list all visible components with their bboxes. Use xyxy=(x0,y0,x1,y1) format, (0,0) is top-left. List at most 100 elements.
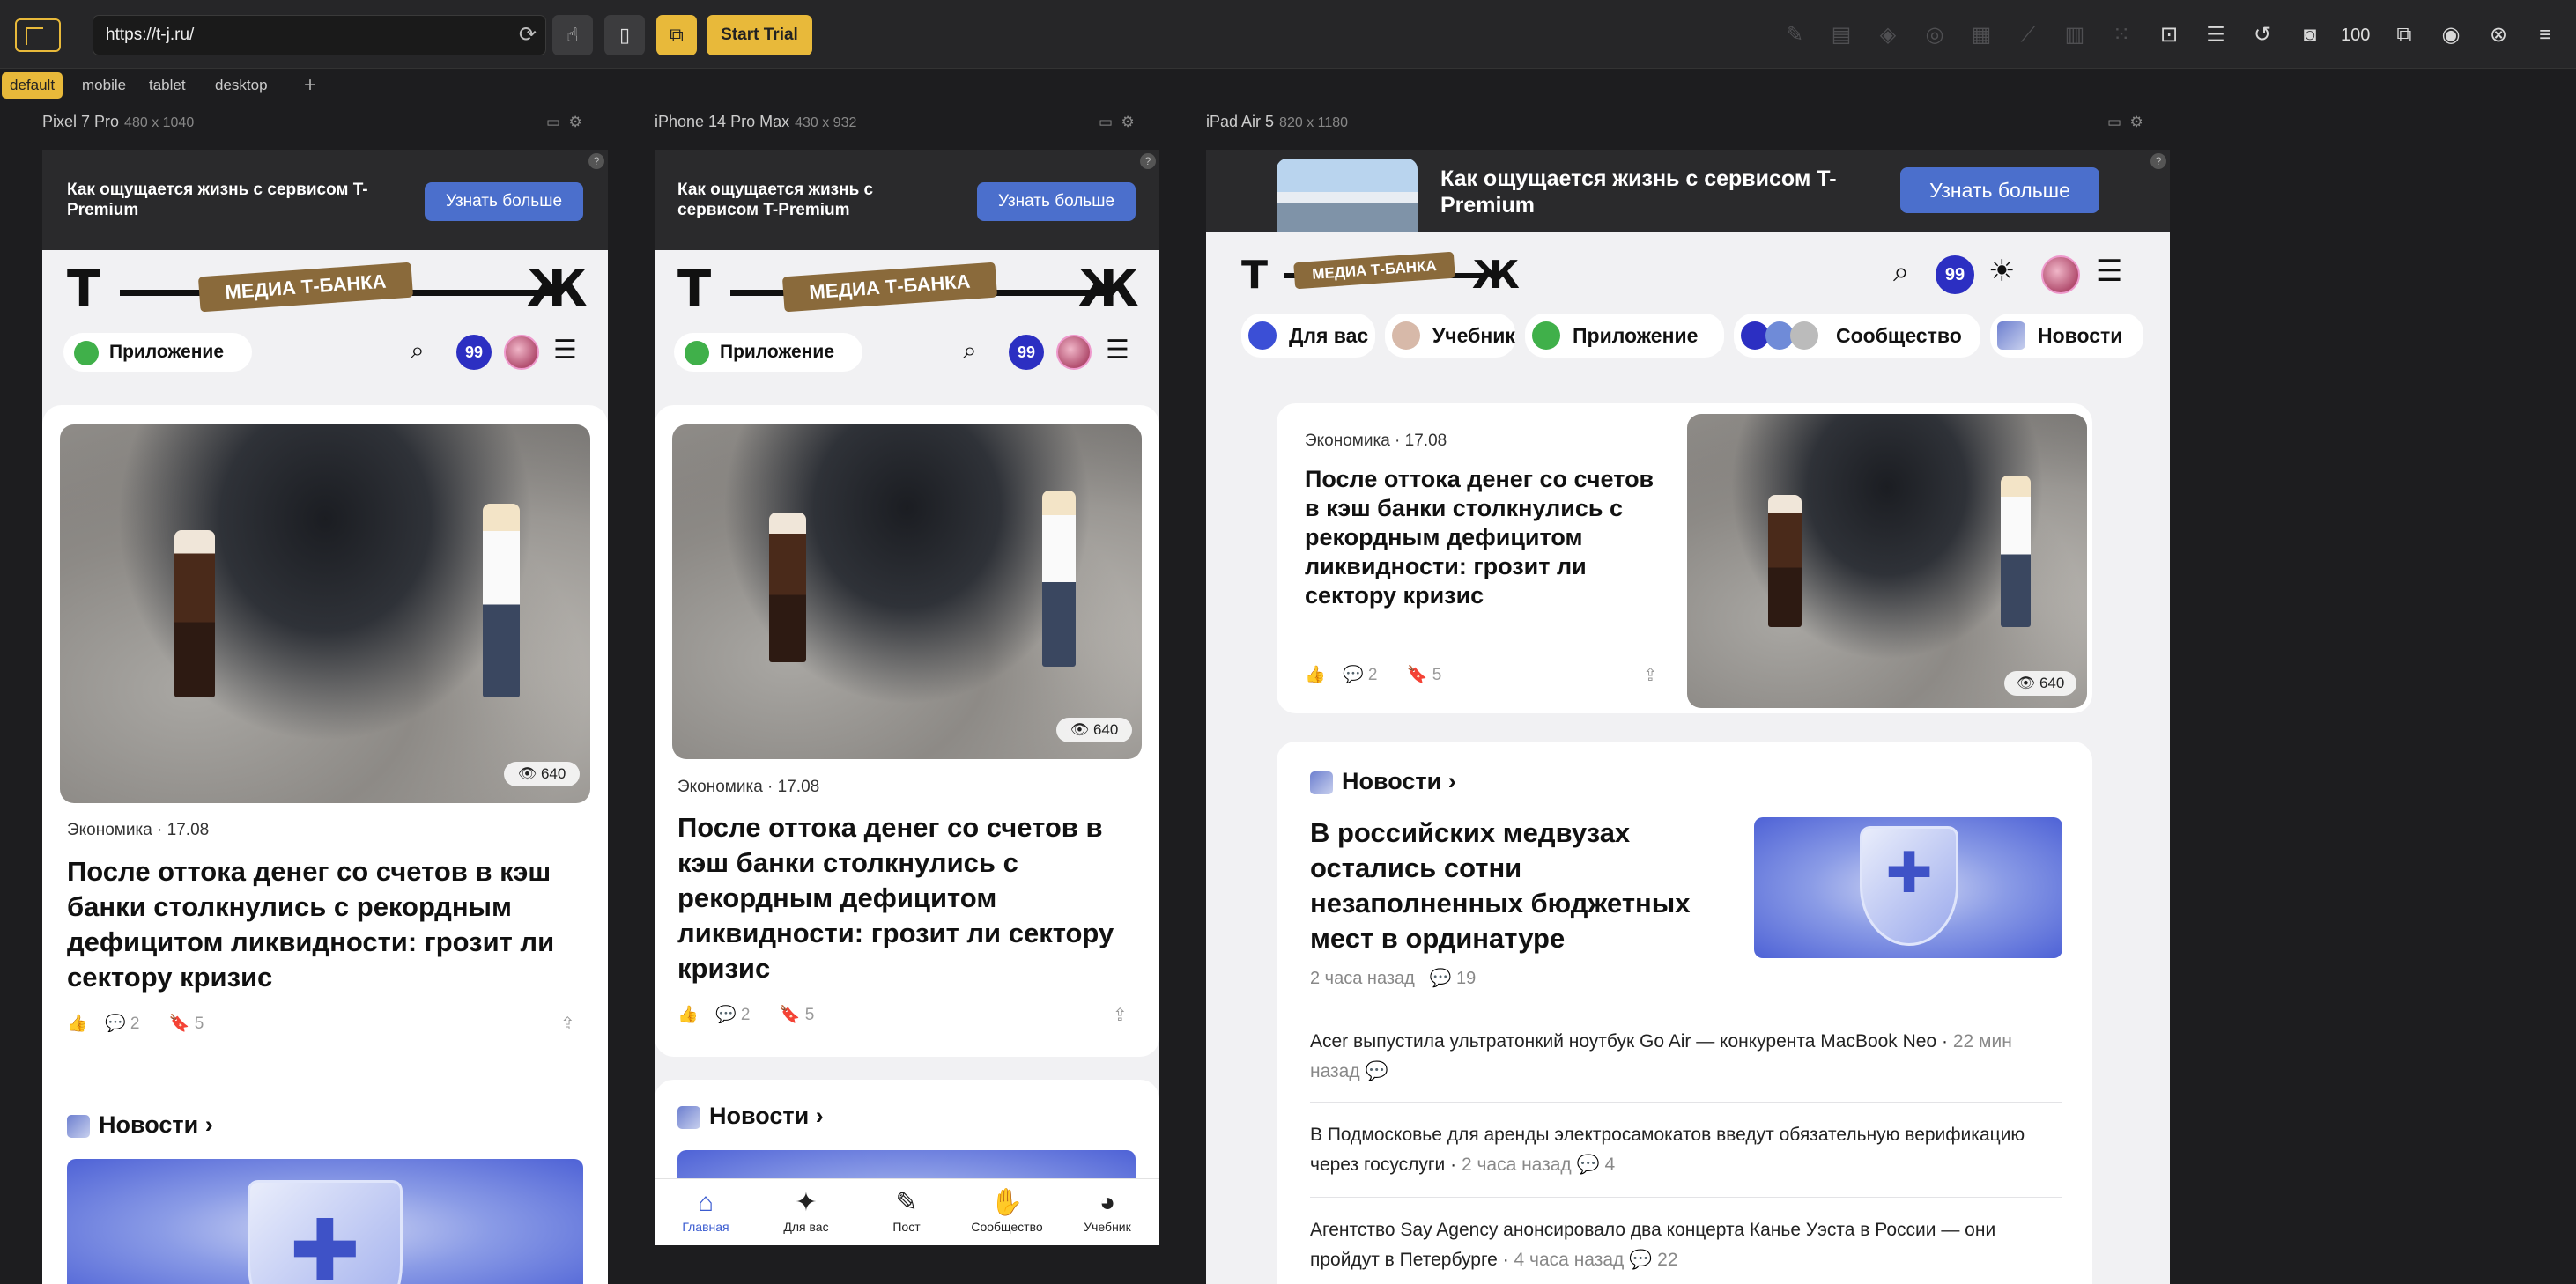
menu-icon[interactable]: ☰ xyxy=(553,335,577,365)
zoom-level[interactable]: 100 xyxy=(2341,19,2370,51)
help-icon[interactable]: ? xyxy=(2150,153,2166,169)
share-icon[interactable]: ⇪ xyxy=(1643,664,1658,686)
top-toolbar: https://t-j.ru/ ⟳ ☝ ▯ ⧉ Start Trial ✎ ▤ … xyxy=(0,0,2576,69)
app-logo-icon[interactable] xyxy=(15,18,61,52)
camera-icon[interactable]: ◙ xyxy=(2294,19,2326,51)
counter-badge[interactable]: 99 xyxy=(1936,255,1974,294)
help-icon[interactable]: ? xyxy=(588,153,604,169)
discord-icon[interactable]: ◉ xyxy=(2435,19,2467,51)
device-frame-icon[interactable]: ▭ ⚙ xyxy=(2107,114,2143,131)
bookmark-icon[interactable]: 🔖 5 xyxy=(169,1015,217,1033)
bookmark-icon[interactable]: 🔖 5 xyxy=(1407,666,1455,684)
menu-icon[interactable]: ☰ xyxy=(1106,335,1129,365)
share-icon[interactable]: ⇪ xyxy=(1113,1004,1128,1026)
figure-right xyxy=(2001,476,2031,627)
app-pill[interactable]: Приложение xyxy=(674,333,862,372)
device-frame-icon[interactable]: ▭ ⚙ xyxy=(1099,114,1135,131)
file-icon[interactable]: ▤ xyxy=(1825,19,1857,51)
news-section-title[interactable]: Новости › xyxy=(677,1103,824,1130)
avatar[interactable] xyxy=(504,335,539,370)
dots-grid-icon[interactable]: ⁙ xyxy=(2106,19,2137,51)
avatar[interactable] xyxy=(1056,335,1092,370)
tab-default[interactable]: default xyxy=(2,72,63,99)
cube-icon[interactable]: ◈ xyxy=(1872,19,1904,51)
featured-card[interactable]: Экономика · 17.08 После оттока денег со … xyxy=(1277,403,2092,713)
news-list-item[interactable]: Acer выпустила ультратонкий ноутбук Go A… xyxy=(1310,1009,2062,1103)
like-icon[interactable]: 👍 xyxy=(67,1015,88,1033)
start-trial-button[interactable]: Start Trial xyxy=(707,15,812,55)
bottom-nav-textbook[interactable]: ◕ Учебник xyxy=(1063,1186,1151,1234)
figure-left xyxy=(174,530,215,697)
comment-icon[interactable]: 💬 2 xyxy=(1343,666,1390,684)
article-title[interactable]: После оттока денег со счетов в кэш банки… xyxy=(67,854,587,995)
device-frame-icon[interactable]: ▭ ⚙ xyxy=(546,114,582,131)
bottom-nav-post[interactable]: ✎ Пост xyxy=(862,1186,951,1234)
logo-zh-letter: Ж xyxy=(1078,261,1139,318)
news-section-title[interactable]: Новости › xyxy=(1310,768,1456,795)
news-section-title[interactable]: Новости › xyxy=(67,1111,213,1139)
help-icon[interactable]: ? xyxy=(1140,153,1156,169)
device-name: Pixel 7 Pro xyxy=(42,113,120,130)
share-icon[interactable]: ⇪ xyxy=(560,1013,575,1035)
article-title[interactable]: После оттока денег со счетов в кэш банки… xyxy=(1305,465,1666,610)
learn-more-button[interactable]: Узнать больше xyxy=(1900,167,2099,213)
tab-tablet[interactable]: tablet xyxy=(141,72,194,99)
add-tab-button[interactable]: + xyxy=(304,72,316,99)
learn-more-button[interactable]: Узнать больше xyxy=(425,182,583,221)
nav-app[interactable]: Приложение xyxy=(1525,314,1724,358)
pen-icon[interactable]: ✎ xyxy=(1779,19,1810,51)
avatar[interactable] xyxy=(2041,255,2080,294)
nav-textbook[interactable]: Учебник xyxy=(1385,314,1515,358)
like-icon[interactable]: 👍 xyxy=(677,1006,699,1024)
news-main-title[interactable]: В российских медвузах остались сотни нез… xyxy=(1310,815,1724,956)
app-pill[interactable]: Приложение xyxy=(63,333,252,372)
bottom-nav-for-you[interactable]: ✦ Для вас xyxy=(762,1186,850,1234)
comment-icon[interactable]: 💬 2 xyxy=(105,1015,152,1033)
search-icon[interactable]: ⌕ xyxy=(411,336,425,365)
nav-community[interactable]: Сообщество xyxy=(1734,314,1980,358)
responsive-devices-button[interactable]: ⧉ xyxy=(656,15,697,55)
close-circle-icon[interactable]: ⊗ xyxy=(2483,19,2514,51)
nav-label: Сообщество xyxy=(1836,324,1962,347)
stack-icon[interactable]: ☰ xyxy=(2200,19,2232,51)
site-logo[interactable]: Т Ж МЕДИА Т-БАНКА xyxy=(1241,251,1532,295)
like-icon[interactable]: 👍 xyxy=(1305,666,1326,684)
counter-badge[interactable]: 99 xyxy=(456,335,492,370)
ruler-icon[interactable]: ⟋ xyxy=(2012,19,2044,51)
reload-icon[interactable]: ⟳ xyxy=(519,16,537,55)
news-list-item[interactable]: Агентство Say Agency анонсировало два ко… xyxy=(1310,1199,2062,1284)
theme-sun-icon[interactable]: ☀ xyxy=(1988,254,2015,289)
layers-icon[interactable]: ◎ xyxy=(1919,19,1951,51)
news-list-item[interactable]: В Подмосковье для аренды электросамокато… xyxy=(1310,1104,2062,1198)
nav-news[interactable]: Новости xyxy=(1990,314,2143,358)
site-logo[interactable]: Т Ж МЕДИА Т-БАНКА xyxy=(677,261,1139,318)
tab-desktop[interactable]: desktop xyxy=(207,72,276,99)
site-logo[interactable]: Т Ж МЕДИА Т-БАНКА xyxy=(67,262,588,314)
bottom-nav-home[interactable]: ⌂ Главная xyxy=(662,1186,750,1234)
columns-icon[interactable]: ▥ xyxy=(2059,19,2091,51)
tab-mobile[interactable]: mobile xyxy=(74,72,134,99)
search-icon[interactable]: ⌕ xyxy=(963,336,977,365)
menu-icon[interactable]: ≡ xyxy=(2529,19,2561,51)
mobile-device-button[interactable]: ▯ xyxy=(604,15,645,55)
bottom-nav-community[interactable]: ✋ Сообщество xyxy=(963,1186,1051,1234)
screenshot-icon[interactable]: ⊡ xyxy=(2153,19,2185,51)
url-input[interactable]: https://t-j.ru/ ⟳ xyxy=(93,15,546,55)
learn-more-button[interactable]: Узнать больше xyxy=(977,182,1136,221)
search-icon[interactable]: ⌕ xyxy=(1893,255,1909,289)
nav-for-you[interactable]: Для вас xyxy=(1241,314,1375,358)
featured-card[interactable]: 👁 640 Экономика · 17.08 После оттока ден… xyxy=(655,405,1159,1057)
rotate-icon[interactable]: ↺ xyxy=(2247,19,2278,51)
article-image: 👁 640 xyxy=(672,424,1142,759)
inspect-cursor-button[interactable]: ☝ xyxy=(552,15,593,55)
promo-banner: Как ощущается жизнь с сервисом T-Premium… xyxy=(1206,150,2170,232)
counter-badge[interactable]: 99 xyxy=(1009,335,1044,370)
device-preview-pixel: Как ощущается жизнь с сервисом T-Premium… xyxy=(42,150,608,1284)
grid-icon[interactable]: ▦ xyxy=(1965,19,1997,51)
device-dims: 480 x 1040 xyxy=(124,115,195,130)
copy-icon[interactable]: ⧉ xyxy=(2388,19,2420,51)
bookmark-icon[interactable]: 🔖 5 xyxy=(780,1006,827,1024)
comment-icon[interactable]: 💬 2 xyxy=(715,1006,763,1024)
article-title[interactable]: После оттока денег со счетов в кэш банки… xyxy=(677,810,1144,986)
menu-icon[interactable]: ☰ xyxy=(2096,254,2122,289)
